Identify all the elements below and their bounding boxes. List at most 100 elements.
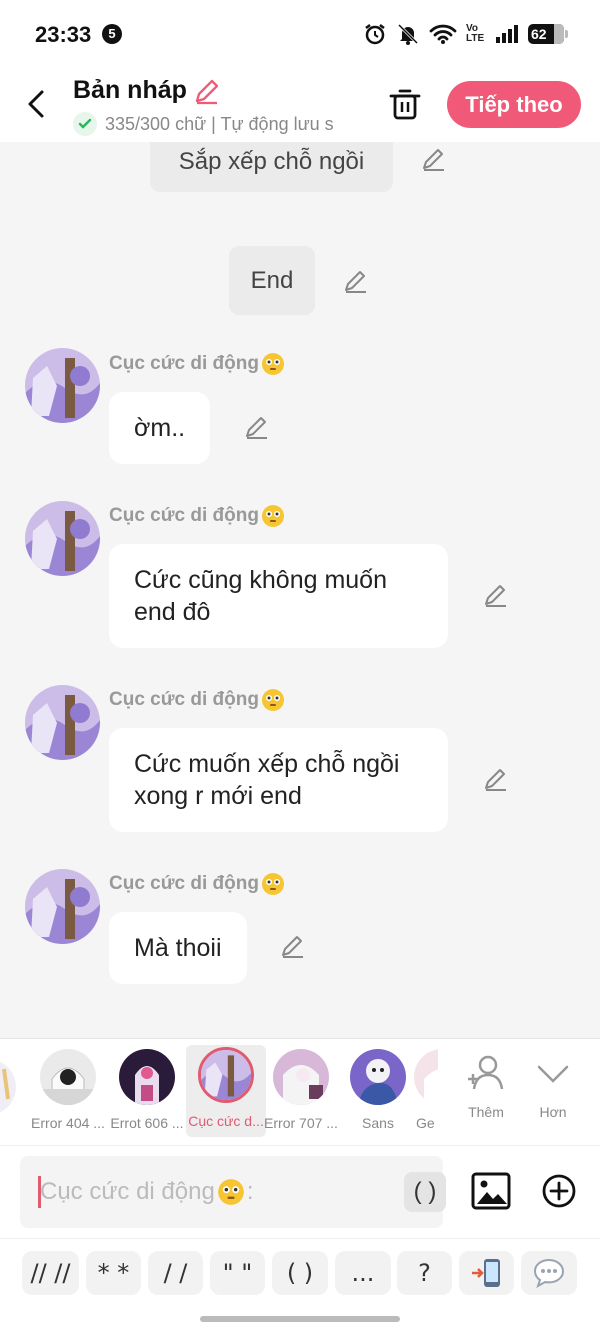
message-text: ờm.. [134,414,186,442]
quick-key[interactable]: * * [86,1251,141,1295]
phone-arrow-icon [471,1259,500,1287]
placeholder-text: Cục cức di động [40,1178,215,1205]
character-name: Ge [416,1115,435,1131]
avatar[interactable] [25,501,100,576]
check-icon [73,112,97,136]
edit-icon[interactable] [280,933,306,959]
character-name: Error 707 ... [264,1115,338,1131]
signal-icon [496,25,518,43]
status-bar: 23:33 5 Vo LTE 62 [0,0,600,70]
character-item[interactable]: Error 707 ... [261,1047,341,1131]
sender-name: Cục cức di động [109,872,285,896]
parentheses-button[interactable]: ( ) [404,1172,446,1212]
message-bubble[interactable]: Cức cũng không muốn end đô [109,544,448,648]
character-item[interactable]: Sans [338,1047,418,1131]
character-avatar [198,1047,254,1103]
message-bubble[interactable]: Mà thoii [109,912,247,984]
narration-text: End [250,267,294,294]
placeholder-suffix: : [246,1178,254,1205]
sender-name: Cục cức di động [109,504,285,528]
add-circle-icon[interactable] [541,1173,577,1209]
edit-icon[interactable] [483,766,509,792]
input-placeholder: Cục cức di động : [40,1178,254,1206]
message-text: Mà thoii [134,934,222,962]
character-item[interactable]: Ge [412,1047,438,1131]
word-count: 335/300 chữ [105,113,207,134]
sender-name-text: Cục cức di động [109,353,259,374]
speech-bubble-button[interactable] [521,1251,577,1295]
speech-bubble-icon [533,1258,565,1289]
quick-key[interactable]: // // [22,1251,79,1295]
add-character-label: Thêm [468,1104,504,1120]
edit-icon[interactable] [421,146,447,172]
home-indicator-pill[interactable] [200,1316,400,1322]
flushed-face-icon [217,1179,244,1205]
sender-name: Cục cức di động [109,688,285,712]
avatar[interactable] [25,685,100,760]
battery-level: 62 [531,26,547,42]
message-input[interactable]: Cục cức di động : ( ) [20,1156,446,1228]
wifi-icon [429,24,457,44]
character-avatar [273,1049,329,1105]
quick-key[interactable]: " " [210,1251,265,1295]
next-button[interactable]: Tiếp theo [447,81,581,128]
composer: Cục cức di động : ( ) [0,1146,600,1238]
delete-button[interactable] [388,86,422,122]
bell-off-icon [397,23,419,45]
character-avatar [414,1049,438,1105]
quick-key[interactable]: / / [148,1251,203,1295]
character-name: Cục cức d... [188,1113,264,1129]
more-characters-button[interactable]: Hơn [523,1051,583,1120]
narration-bubble[interactable]: End [229,246,315,315]
add-person-icon [468,1055,504,1090]
sender-name-text: Cục cức di động [109,689,259,710]
phone-transfer-button[interactable] [459,1251,514,1295]
status-time: 23:33 [35,22,92,47]
message-text: Cức cũng không muốn end đô [134,566,387,626]
chat-area: Sắp xếp chỗ ngồi End Cục cức di động ờm.… [0,142,600,1038]
add-character-button[interactable]: Thêm [456,1051,516,1120]
character-avatar [119,1049,175,1105]
home-indicator [0,1310,600,1333]
character-name: Error 404 ... [31,1115,105,1131]
quick-key[interactable]: ... [335,1251,391,1295]
page-title: Bản nháp [73,76,187,104]
back-button[interactable] [22,86,52,122]
title-row: Bản nháp [73,76,221,105]
avatar[interactable] [25,869,100,944]
app-header: Bản nháp 335/300 chữ | Tự động lưu s Tiế… [0,70,600,142]
flushed-face-icon [261,353,284,375]
quick-key[interactable]: ( ) [272,1251,328,1295]
character-item[interactable]: Errot 606 ... [107,1047,187,1131]
flushed-face-icon [261,689,284,711]
character-partial[interactable] [0,1059,22,1115]
notification-count-badge: 5 [102,24,122,44]
rename-pencil-icon[interactable] [193,77,221,105]
character-item[interactable]: Error 404 ... [28,1047,108,1131]
status-icons: Vo LTE 62 [363,22,568,46]
quick-key[interactable]: ? [397,1251,452,1295]
more-characters-label: Hơn [539,1104,567,1120]
avatar[interactable] [25,348,100,423]
character-selector: Error 404 ... Errot 606 ... Cục cức d...… [0,1038,600,1146]
edit-icon[interactable] [483,582,509,608]
character-avatar [350,1049,406,1105]
image-icon[interactable] [471,1171,511,1211]
message-text: Cức muốn xếp chỗ ngồi xong r mới end [134,750,400,810]
volte-icon: Vo LTE [466,23,485,44]
alarm-icon [365,24,385,45]
message-bubble[interactable]: Cức muốn xếp chỗ ngồi xong r mới end [109,728,448,832]
chevron-down-icon [537,1065,569,1083]
sender-name-text: Cục cức di động [109,873,259,894]
narration-bubble[interactable]: Sắp xếp chỗ ngồi [150,142,393,192]
character-item-selected[interactable]: Cục cức d... [186,1045,266,1137]
edit-icon[interactable] [244,414,270,440]
flushed-face-icon [261,873,284,895]
autosave-text: Tự động lưu s [220,113,334,134]
message-bubble[interactable]: ờm.. [109,392,211,464]
character-avatar [40,1049,96,1105]
edit-icon[interactable] [343,268,369,294]
character-name: Errot 606 ... [110,1115,184,1131]
flushed-face-icon [261,505,284,527]
save-status: 335/300 chữ | Tự động lưu s [73,112,365,136]
